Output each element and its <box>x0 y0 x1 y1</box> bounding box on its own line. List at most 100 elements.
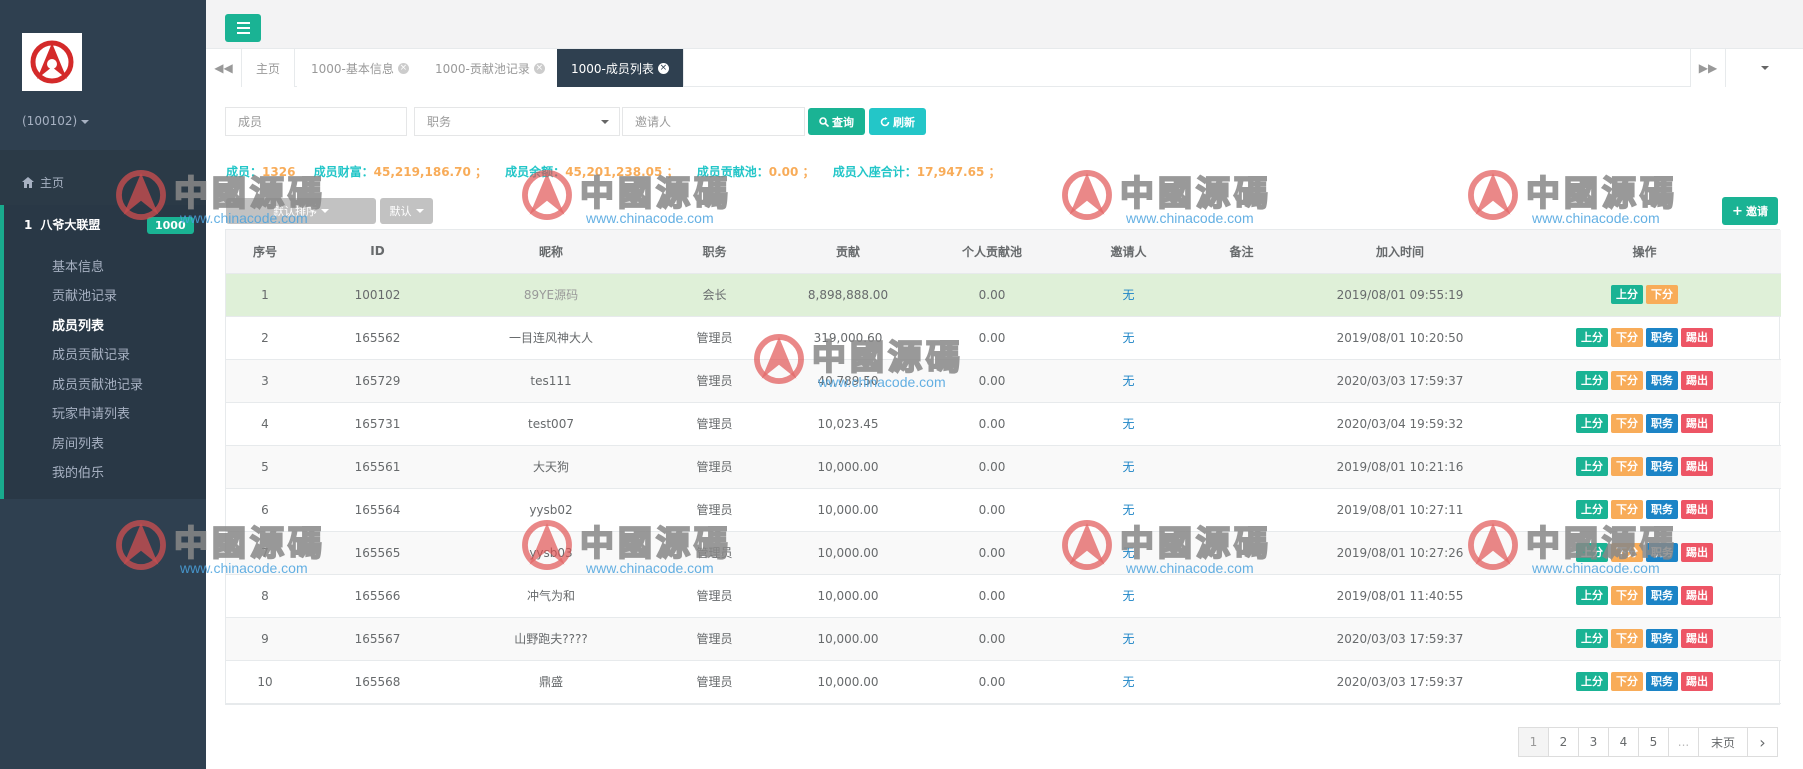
cell-inviter: 无 <box>1066 660 1191 704</box>
up-button[interactable]: 上分 <box>1576 586 1608 605</box>
sidebar-item[interactable]: 成员贡献池记录 <box>52 374 143 393</box>
close-icon[interactable]: × <box>397 62 409 74</box>
kick-button[interactable]: 踢出 <box>1681 328 1713 347</box>
kick-button[interactable]: 踢出 <box>1681 500 1713 519</box>
column-header: 贡献 <box>778 230 918 274</box>
down-button[interactable]: 下分 <box>1611 629 1643 648</box>
up-button[interactable]: 上分 <box>1576 328 1608 347</box>
kick-button[interactable]: 踢出 <box>1681 672 1713 691</box>
job-button[interactable]: 职务 <box>1646 672 1678 691</box>
job-button[interactable]: 职务 <box>1646 629 1678 648</box>
page-2-button[interactable]: 2 <box>1548 727 1579 757</box>
cell-inviter: 无 <box>1066 402 1191 446</box>
sidebar-item[interactable]: 基本信息 <box>52 256 104 275</box>
job-button[interactable]: 职务 <box>1646 586 1678 605</box>
tab-pool-records[interactable]: 1000-贡献池记录 × <box>421 49 560 87</box>
page-ellipsis: ... <box>1668 727 1699 757</box>
down-button[interactable]: 下分 <box>1611 414 1643 433</box>
down-button[interactable]: 下分 <box>1611 672 1643 691</box>
sort-dropdown[interactable]: 默认排序 <box>226 198 376 224</box>
job-button[interactable]: 职务 <box>1646 500 1678 519</box>
job-button[interactable]: 职务 <box>1646 543 1678 562</box>
invite-button[interactable]: + 邀请 <box>1722 197 1778 225</box>
down-button[interactable]: 下分 <box>1611 457 1643 476</box>
tabs-menu-dropdown[interactable] <box>1726 49 1803 87</box>
cell-note <box>1191 617 1292 661</box>
pool-label: 成员贡献池： <box>696 165 769 179</box>
table-row[interactable]: 1 100102 89YE源码 会长 8,898,888.00 0.00 无 2019/08/… <box>226 273 1781 317</box>
up-button[interactable]: 上分 <box>1576 543 1608 562</box>
table-row[interactable]: 10 165568 鼎盛 管理员 10,000.00 0.00 无 2020/03/03 17… <box>226 660 1781 704</box>
cell-note <box>1191 359 1292 403</box>
sidebar-item[interactable]: 贡献池记录 <box>52 285 117 304</box>
member-search-input[interactable]: 成员 <box>225 107 407 136</box>
kick-button[interactable]: 踢出 <box>1681 629 1713 648</box>
up-button[interactable]: 上分 <box>1576 457 1608 476</box>
close-icon[interactable]: × <box>657 62 669 74</box>
cell-joined: 2019/08/01 10:27:11 <box>1292 488 1508 532</box>
table-row[interactable]: 5 165561 大天狗 管理员 10,000.00 0.00 无 2019/08/01 10… <box>226 445 1781 489</box>
table-row[interactable]: 8 165566 冲气为和 管理员 10,000.00 0.00 无 2019/08/01 1… <box>226 574 1781 618</box>
sidebar-item[interactable]: 玩家申请列表 <box>52 403 130 422</box>
cell-ops: 上分 下分 职务 踢出 <box>1508 574 1781 618</box>
user-dropdown[interactable]: (100102) <box>22 114 90 128</box>
kick-button[interactable]: 踢出 <box>1681 371 1713 390</box>
kick-button[interactable]: 踢出 <box>1681 414 1713 433</box>
refresh-button[interactable]: 刷新 <box>869 108 926 135</box>
kick-button[interactable]: 踢出 <box>1681 457 1713 476</box>
next-page-button[interactable]: › <box>1747 727 1778 757</box>
down-button[interactable]: 下分 <box>1611 500 1643 519</box>
cell-note <box>1191 273 1292 317</box>
role-select[interactable]: 职务 <box>414 107 620 136</box>
table-row[interactable]: 3 165729 tes111 管理员 40,789.50 0.00 无 2020/03/03… <box>226 359 1781 403</box>
inviter-input[interactable]: 邀请人 <box>622 107 805 136</box>
down-button[interactable]: 下分 <box>1611 328 1643 347</box>
cell-id: 165731 <box>304 402 451 446</box>
up-button[interactable]: 上分 <box>1576 672 1608 691</box>
cell-role: 管理员 <box>651 574 778 618</box>
nav-group-header[interactable]: 1 八爷大联盟 <box>24 216 100 233</box>
last-page-button[interactable]: 末页 <box>1698 727 1748 757</box>
down-button[interactable]: 下分 <box>1611 543 1643 562</box>
job-button[interactable]: 职务 <box>1646 414 1678 433</box>
kick-button[interactable]: 踢出 <box>1681 543 1713 562</box>
menu-toggle-button[interactable] <box>225 14 261 42</box>
table-row[interactable]: 9 165567 山野跑夫???? 管理员 10,000.00 0.00 无 2020/03/… <box>226 617 1781 661</box>
page-1-button[interactable]: 1 <box>1518 727 1549 757</box>
table-row[interactable]: 2 165562 一目连风神大人 管理员 319,000.60 0.00 无 2019/08/… <box>226 316 1781 360</box>
table-row[interactable]: 4 165731 test007 管理员 10,023.45 0.00 无 2020/03/0… <box>226 402 1781 446</box>
kick-button[interactable]: 踢出 <box>1681 586 1713 605</box>
sidebar-item[interactable]: 成员贡献记录 <box>52 344 130 363</box>
wealth-value: 45,219,186.70 ； <box>373 165 487 179</box>
default-dropdown[interactable]: 默认 <box>380 198 433 224</box>
up-button[interactable]: 上分 <box>1576 629 1608 648</box>
sidebar-item[interactable]: 房间列表 <box>52 433 104 452</box>
job-button[interactable]: 职务 <box>1646 328 1678 347</box>
up-button[interactable]: 上分 <box>1576 371 1608 390</box>
cell-no: 10 <box>226 660 304 704</box>
tab-home[interactable]: 主页 <box>242 49 296 87</box>
page-4-button[interactable]: 4 <box>1608 727 1639 757</box>
table-row[interactable]: 7 165565 yysb03 管理员 10,000.00 0.00 无 2019/08/01… <box>226 531 1781 575</box>
page-5-button[interactable]: 5 <box>1638 727 1669 757</box>
close-icon[interactable]: × <box>533 62 545 74</box>
tab-basic-info[interactable]: 1000-基本信息 × <box>297 49 424 87</box>
sidebar-item[interactable]: 成员列表 <box>52 315 104 334</box>
down-button[interactable]: 下分 <box>1646 285 1678 304</box>
down-button[interactable]: 下分 <box>1611 586 1643 605</box>
up-button[interactable]: 上分 <box>1576 500 1608 519</box>
tab-member-list[interactable]: 1000-成员列表 × <box>557 49 684 87</box>
up-button[interactable]: 上分 <box>1611 285 1643 304</box>
down-button[interactable]: 下分 <box>1611 371 1643 390</box>
sidebar-item[interactable]: 我的伯乐 <box>52 462 104 481</box>
tabs-prev-icon[interactable]: ◀◀ <box>206 49 242 87</box>
home-icon <box>22 177 34 188</box>
job-button[interactable]: 职务 <box>1646 457 1678 476</box>
nav-home[interactable]: 主页 <box>22 174 64 191</box>
job-button[interactable]: 职务 <box>1646 371 1678 390</box>
table-row[interactable]: 6 165564 yysb02 管理员 10,000.00 0.00 无 2019/08/01… <box>226 488 1781 532</box>
page-3-button[interactable]: 3 <box>1578 727 1609 757</box>
tabs-next-icon[interactable]: ▶▶ <box>1690 49 1726 87</box>
up-button[interactable]: 上分 <box>1576 414 1608 433</box>
query-button[interactable]: 查询 <box>808 108 865 135</box>
